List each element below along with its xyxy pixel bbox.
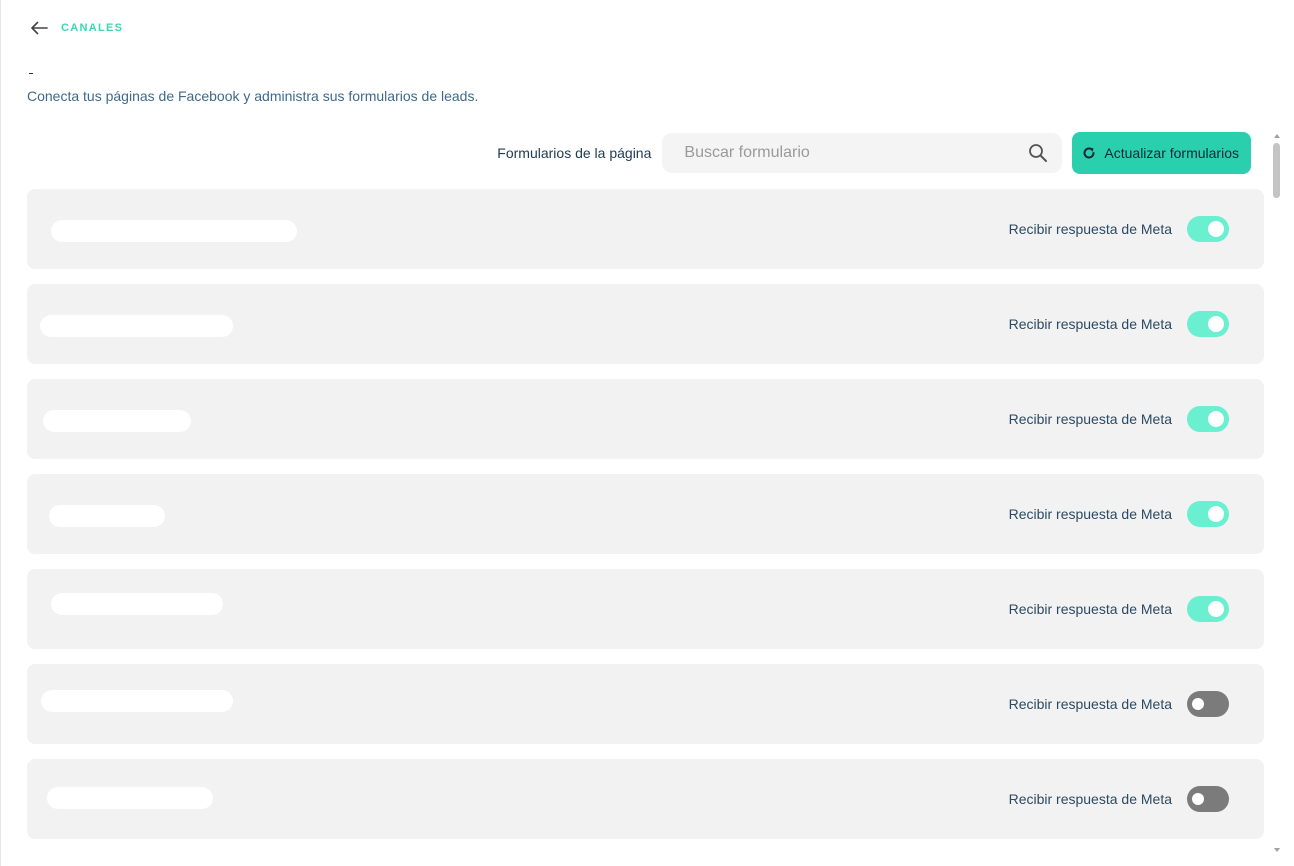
toggle-knob [1208, 411, 1224, 427]
toggle-knob [1208, 506, 1224, 522]
form-row: Recibir respuesta de Meta [27, 189, 1264, 269]
receive-meta-label: Recibir respuesta de Meta [1008, 411, 1172, 427]
form-name-redacted [47, 787, 213, 809]
receive-meta-toggle[interactable] [1187, 691, 1229, 717]
receive-meta-label: Recibir respuesta de Meta [1008, 221, 1172, 237]
form-row: Recibir respuesta de Meta [27, 664, 1264, 744]
form-row: Recibir respuesta de Meta [27, 379, 1264, 459]
refresh-icon [1083, 147, 1095, 159]
refresh-forms-button[interactable]: Actualizar formularios [1072, 132, 1251, 174]
receive-meta-label: Recibir respuesta de Meta [1008, 506, 1172, 522]
receive-meta-label: Recibir respuesta de Meta [1008, 696, 1172, 712]
receive-meta-toggle[interactable] [1187, 501, 1229, 527]
toggle-knob [1192, 698, 1204, 710]
scroll-up-arrow[interactable] [1274, 134, 1280, 138]
receive-meta-toggle[interactable] [1187, 786, 1229, 812]
receive-meta-label: Recibir respuesta de Meta [1008, 601, 1172, 617]
breadcrumb[interactable]: CANALES [61, 22, 123, 34]
scrollbar-thumb[interactable] [1273, 143, 1280, 198]
topbar: CANALES [27, 16, 123, 40]
form-name-redacted [43, 410, 191, 432]
forms-list: Recibir respuesta de Meta Recibir respue… [27, 189, 1264, 854]
toggle-knob [1208, 221, 1224, 237]
form-row: Recibir respuesta de Meta [27, 759, 1264, 839]
back-button[interactable] [27, 16, 51, 40]
receive-meta-label: Recibir respuesta de Meta [1008, 791, 1172, 807]
form-row: Recibir respuesta de Meta [27, 284, 1264, 364]
toggle-knob [1208, 316, 1224, 332]
page-title-clipped [27, 66, 207, 74]
form-row: Recibir respuesta de Meta [27, 474, 1264, 554]
search-box [662, 133, 1063, 173]
toggle-knob [1208, 601, 1224, 617]
form-name-redacted [40, 315, 233, 337]
forms-toolbar-label: Formularios de la página [497, 145, 652, 161]
receive-meta-toggle[interactable] [1187, 216, 1229, 242]
receive-meta-label: Recibir respuesta de Meta [1008, 316, 1172, 332]
arrow-left-icon [31, 21, 48, 35]
page-subtitle: Conecta tus páginas de Facebook y admini… [27, 88, 479, 104]
receive-meta-toggle[interactable] [1187, 311, 1229, 337]
search-icon[interactable] [1028, 143, 1048, 163]
form-row: Recibir respuesta de Meta [27, 569, 1264, 649]
toggle-knob [1192, 793, 1204, 805]
page: CANALES Conecta tus páginas de Facebook … [0, 0, 1294, 866]
form-name-redacted [51, 220, 297, 242]
form-name-redacted [41, 690, 233, 712]
scrollbar[interactable] [1272, 134, 1282, 852]
form-name-redacted [49, 505, 165, 527]
search-input[interactable] [682, 143, 1007, 163]
scroll-down-arrow[interactable] [1274, 848, 1280, 852]
forms-toolbar: Formularios de la página Actualizar form… [497, 132, 1251, 174]
refresh-forms-label: Actualizar formularios [1104, 145, 1239, 161]
receive-meta-toggle[interactable] [1187, 406, 1229, 432]
form-name-redacted [51, 593, 223, 615]
receive-meta-toggle[interactable] [1187, 596, 1229, 622]
